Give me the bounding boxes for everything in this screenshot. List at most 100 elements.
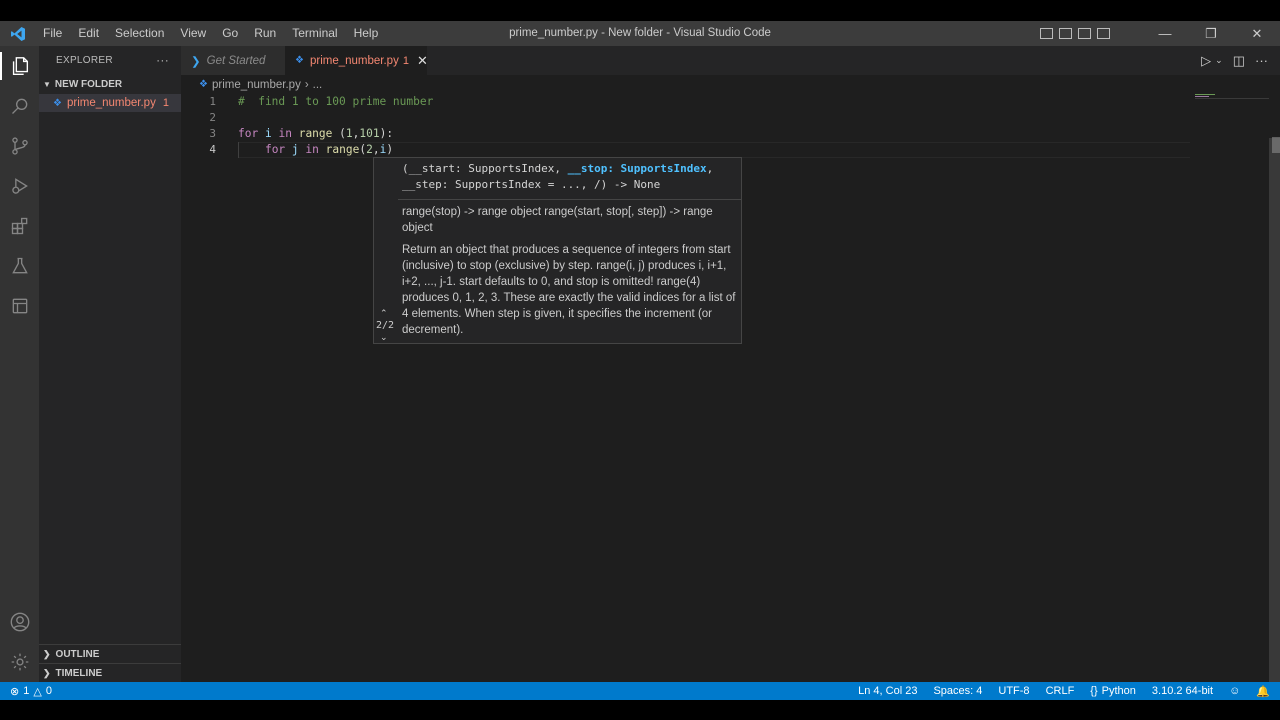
doc-body: Return an object that produces a sequenc… [402,244,736,336]
toggle-panel-icon[interactable] [1059,28,1072,39]
timeline-label: TIMELINE [55,667,103,679]
line-text: for i in range (1,101): [238,126,393,142]
chevron-right-icon: ❯ [43,648,51,659]
tab-get-started[interactable]: ❯ Get Started [181,46,285,75]
split-editor-icon[interactable]: ◫ [1233,53,1245,69]
active-parameter: __stop: SupportsIndex [567,162,707,175]
menu-go[interactable]: Go [214,21,246,46]
code-token: ( [332,127,346,140]
tab-label: prime_number.py [309,54,399,67]
problems-indicator[interactable]: ⊗ 1 △ 0 [0,685,52,698]
notifications-bell-icon[interactable]: 🔔 [1256,685,1270,698]
status-right: Ln 4, Col 23 Spaces: 4 UTF-8 CRLF {} Pyth… [858,682,1270,700]
menu-file[interactable]: File [35,21,70,46]
more-actions-icon[interactable]: ··· [1255,53,1268,68]
signature-pre: (__start: SupportsIndex, [402,162,568,175]
close-icon[interactable]: ✕ [1234,21,1280,46]
menu-terminal[interactable]: Terminal [284,21,345,46]
extensions-icon[interactable] [0,206,39,246]
minimize-icon[interactable]: — [1142,21,1188,46]
problem-count: 1 [162,97,169,109]
code-token: i [264,127,272,140]
language-mode[interactable]: {} Python [1090,685,1136,697]
testing-icon[interactable] [0,246,39,286]
explorer-icon[interactable] [0,46,39,86]
explorer-header: EXPLORER ··· [39,46,181,74]
timeline-section[interactable]: ❯ TIMELINE [39,663,181,682]
remote-explorer-icon[interactable] [0,286,39,326]
more-actions-icon[interactable]: ··· [156,53,169,67]
menu-edit[interactable]: Edit [70,21,107,46]
file-item[interactable]: ❖ prime_number.py 1 [39,94,181,112]
menu-selection[interactable]: Selection [107,21,172,46]
python-interpreter[interactable]: 3.10.2 64-bit [1152,685,1213,697]
code-line[interactable]: 1 # find 1 to 100 prime number [181,94,1280,110]
search-icon[interactable] [0,86,39,126]
code-line[interactable]: 2 [181,110,1280,126]
code-token: 101 [359,127,380,140]
outline-label: OUTLINE [55,648,100,660]
line-text: for j in range(2,i) [238,142,393,158]
line-number: 4 [209,143,216,156]
breadcrumb-file[interactable]: prime_number.py [212,79,301,91]
layout-controls [1040,21,1110,46]
outline-section[interactable]: ❯ OUTLINE [39,644,181,663]
folder-section[interactable]: ▼ NEW FOLDER [39,74,181,94]
code-line[interactable]: 4 for j in range(2,i) [181,142,1280,158]
toggle-secondary-sidebar-icon[interactable] [1078,28,1091,39]
error-icon: ⊗ [10,685,20,698]
code-editor[interactable]: 1 # find 1 to 100 prime number 2 3 for i in … [181,94,1280,158]
customize-layout-icon[interactable] [1097,28,1110,39]
menu-view[interactable]: View [172,21,214,46]
braces-icon: {} [1090,685,1098,697]
manage-gear-icon[interactable] [0,642,39,682]
run-debug-icon[interactable] [0,166,39,206]
tab-prime-number[interactable]: ❖ prime_number.py 1 ✕ [285,46,428,75]
toggle-primary-sidebar-icon[interactable] [1040,28,1053,39]
source-control-icon[interactable] [0,126,39,166]
feedback-icon[interactable]: ☺ [1229,685,1240,697]
activity-bar [0,46,39,682]
code-token: j [291,143,299,156]
chevron-down-icon: ▼ [43,79,51,89]
run-python-file-icon[interactable]: ▷ [1201,53,1211,69]
menu-bar: File Edit Selection View Go Run Terminal… [35,21,386,46]
warning-icon: △ [33,685,42,698]
encoding[interactable]: UTF-8 [998,685,1029,697]
editor-actions: ▷ ⌄ ◫ ··· [1201,46,1268,75]
minimap-line [1195,96,1209,97]
breadcrumb-symbols[interactable]: ... [313,79,323,91]
activity-bar-bottom [0,602,39,682]
accounts-icon[interactable] [0,602,39,642]
python-file-icon: ❖ [295,55,304,66]
code-line[interactable]: 3 for i in range (1,101): [181,126,1280,142]
cursor-position[interactable]: Ln 4, Col 23 [858,685,917,697]
editor-area: ❯ Get Started ❖ prime_number.py 1 ✕ ▷ ⌄ … [181,46,1280,682]
window-controls: — ❐ ✕ [1142,21,1280,46]
scrollbar-cursor-marker [1272,137,1280,153]
restore-icon[interactable]: ❐ [1188,21,1234,46]
run-dropdown-chevron-icon[interactable]: ⌄ [1215,55,1223,66]
signature-help-popup: ⌃ 2/2 ⌄ (__start: SupportsIndex, __stop:… [373,157,742,344]
title-bar: File Edit Selection View Go Run Terminal… [0,21,1280,46]
close-tab-icon[interactable]: ✕ [417,53,428,69]
chevron-down-icon[interactable]: ⌄ [380,332,388,343]
menu-run[interactable]: Run [246,21,284,46]
code-token: , [372,143,380,156]
code-token: for [264,143,286,156]
signature-divider [398,199,741,200]
indentation[interactable]: Spaces: 4 [933,685,982,697]
code-token: in [305,143,319,156]
end-of-line[interactable]: CRLF [1046,685,1075,697]
breadcrumb-separator-icon: › [304,78,309,91]
scrollbar[interactable] [1269,138,1280,682]
letterbox-top [0,0,1280,21]
menu-help[interactable]: Help [346,21,387,46]
overload-navigation: ⌃ 2/2 ⌄ [374,158,398,343]
vscode-tab-icon: ❯ [191,55,201,68]
chevron-up-icon[interactable]: ⌃ [380,308,388,319]
explorer-title: EXPLORER [56,54,113,66]
